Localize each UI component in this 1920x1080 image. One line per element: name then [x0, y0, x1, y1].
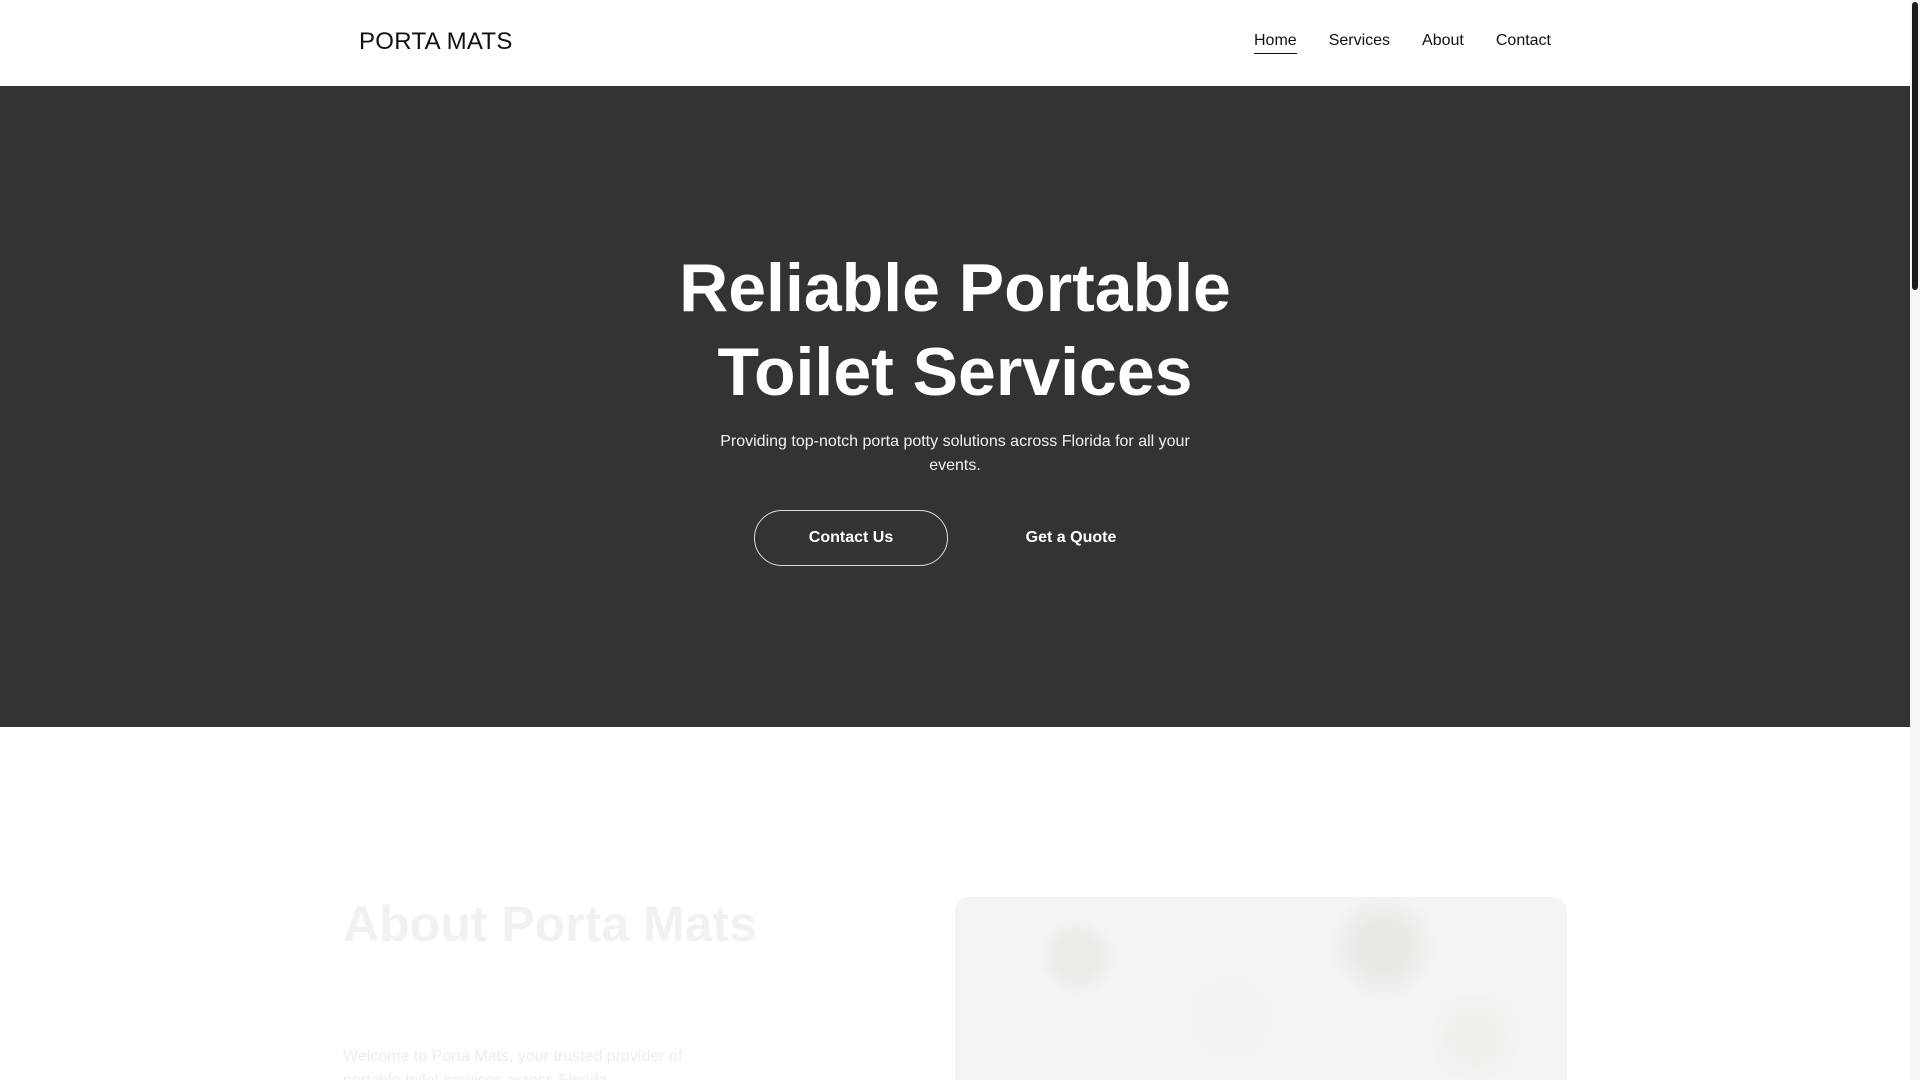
site-logo[interactable]: PORTA MATS: [359, 28, 513, 56]
page: PORTA MATS Home Services About Contact R…: [0, 0, 1910, 1080]
about-text: Welcome to Porta Mats, your trusted prov…: [343, 1048, 683, 1080]
nav-item-about[interactable]: About: [1422, 32, 1464, 54]
page-scrollbar[interactable]: [1910, 0, 1920, 1080]
about-title: About Porta Mats: [343, 896, 757, 952]
contact-us-button[interactable]: Contact Us: [754, 510, 948, 566]
hero-section: Reliable Portable Toilet Services Provid…: [0, 86, 1910, 727]
nav-item-services[interactable]: Services: [1329, 32, 1390, 54]
hero-subtitle: Providing top-notch porta potty solution…: [720, 433, 1190, 474]
about-image: [955, 897, 1567, 1080]
browser-viewport: PORTA MATS Home Services About Contact R…: [0, 0, 1920, 1080]
site-header: PORTA MATS Home Services About Contact: [0, 0, 1910, 86]
main-nav: Home Services About Contact: [1254, 32, 1551, 54]
hero-title: Reliable Portable Toilet Services: [0, 246, 1910, 414]
nav-item-contact[interactable]: Contact: [1496, 32, 1551, 54]
hero-title-text: Reliable Portable Toilet Services: [679, 250, 1231, 410]
nav-item-home[interactable]: Home: [1254, 32, 1297, 54]
get-a-quote-button[interactable]: Get a Quote: [986, 510, 1156, 566]
hero-buttons: Contact Us Get a Quote: [0, 510, 1910, 566]
scrollbar-thumb[interactable]: [1912, 2, 1918, 290]
